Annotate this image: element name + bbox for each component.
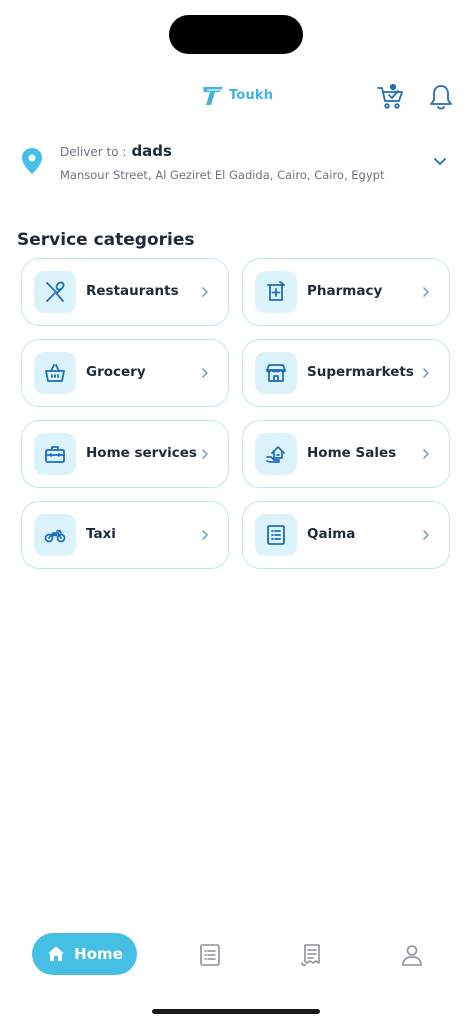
category-card-pharmacy[interactable]: Pharmacy [242,258,450,326]
motorbike-icon [44,530,66,543]
delivery-address-text: Mansour Street, Al Geziret El Gadida, Ca… [60,168,385,182]
category-card-qaima[interactable]: Qaima [242,501,450,569]
house-hand-icon [266,446,285,463]
bottom-navigation: Home [0,930,471,980]
category-label: Pharmacy [307,283,383,299]
category-label: Home Sales [307,445,397,461]
nav-home-button[interactable]: Home [32,933,137,975]
delivery-address[interactable]: Deliver to : dads Mansour Street, Al Gez… [0,138,471,192]
deliver-to-label: Deliver to : [60,145,127,159]
fork-spoon-icon [46,281,65,302]
category-card-taxi[interactable]: Taxi [21,501,229,569]
chevron-right-icon [423,368,429,378]
category-grid: Restaurants Pharmacy Grocery Supermarket… [21,258,450,569]
home-icon [48,946,65,961]
category-label: Home services [86,445,197,461]
toukh-logo-icon [203,87,223,105]
category-label: Grocery [86,364,146,380]
device-notch [169,15,303,54]
brand-name: Toukh [229,87,274,103]
chevron-right-icon [202,449,208,459]
store-icon [266,364,286,382]
pharmacy-icon [267,281,285,301]
category-label: Qaima [307,526,356,542]
bell-icon[interactable] [427,82,455,112]
list-icon [267,525,285,545]
chevron-right-icon [423,449,429,459]
category-card-home-services[interactable]: Home services [21,420,229,488]
section-title: Service categories [17,230,195,250]
receipt-icon[interactable] [299,942,325,968]
chevron-right-icon [423,287,429,297]
location-pin-icon [22,148,42,174]
toolbox-icon [45,446,65,463]
chevron-right-icon [202,287,208,297]
category-card-home-sales[interactable]: Home Sales [242,420,450,488]
delivery-name: dads [131,142,172,160]
category-card-supermarkets[interactable]: Supermarkets [242,339,450,407]
app-logo: Toukh [200,82,273,108]
chevron-down-icon[interactable] [431,152,449,170]
category-label: Restaurants [86,283,179,299]
home-indicator [152,1009,320,1014]
top-bar: Toukh [0,76,471,116]
basket-icon [45,364,65,382]
chevron-right-icon [202,530,208,540]
orders-list-icon[interactable] [197,942,223,968]
chevron-right-icon [423,530,429,540]
cart-icon[interactable] [375,82,405,112]
category-label: Supermarkets [307,364,414,380]
profile-icon[interactable] [399,942,425,968]
category-card-restaurants[interactable]: Restaurants [21,258,229,326]
nav-home-label: Home [74,945,123,963]
deliver-to-line: Deliver to : dads [60,142,172,160]
category-card-grocery[interactable]: Grocery [21,339,229,407]
category-label: Taxi [86,526,116,542]
chevron-right-icon [202,368,208,378]
